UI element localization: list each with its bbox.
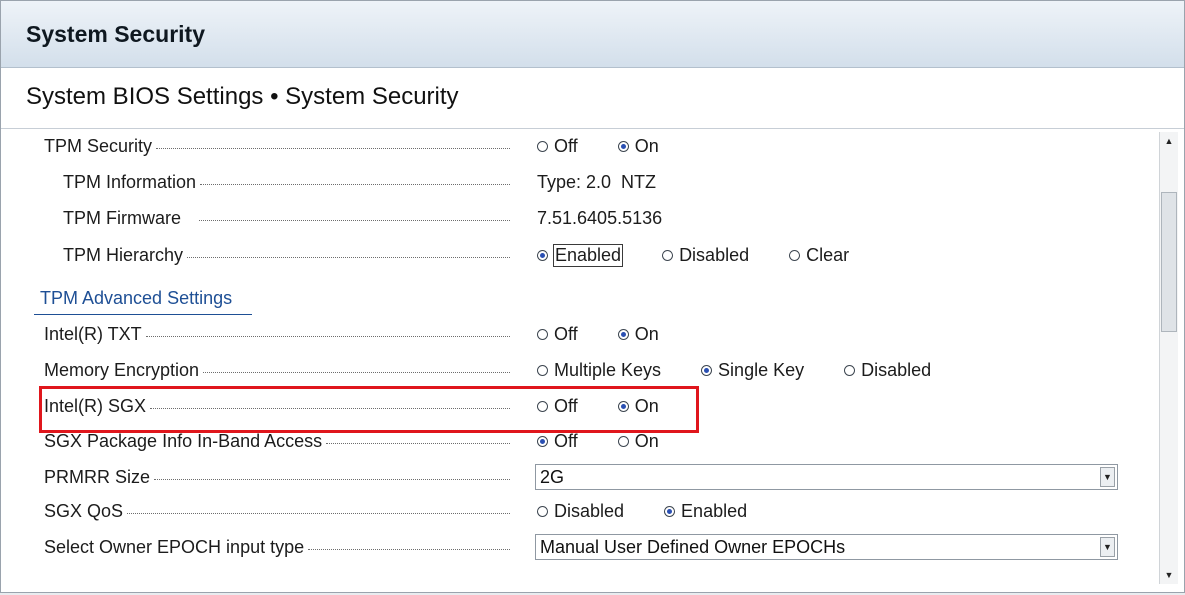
owner-epoch-label: Select Owner EPOCH input type bbox=[44, 536, 309, 558]
intel-txt-on-radio[interactable]: On bbox=[617, 324, 659, 345]
radio-icon bbox=[662, 249, 674, 261]
radio-selected-icon bbox=[617, 328, 629, 340]
leader-dots bbox=[145, 335, 510, 337]
sgx-package-info-off-radio[interactable]: Off bbox=[537, 431, 578, 452]
tpm-hierarchy-disabled-radio[interactable]: Disabled bbox=[662, 245, 749, 266]
row-sgx-qos: SGX QoS Disabled Enabled bbox=[1, 493, 1151, 529]
owner-epoch-select[interactable]: Manual User Defined Owner EPOCHs ▼ bbox=[535, 534, 1118, 560]
radio-selected-icon bbox=[537, 249, 548, 261]
leader-dots bbox=[199, 219, 510, 221]
leader-dots bbox=[203, 371, 510, 373]
tpm-security-options: Off On bbox=[537, 128, 699, 164]
radio-icon bbox=[844, 364, 856, 376]
breadcrumb: System BIOS Settings • System Security bbox=[26, 83, 459, 110]
window-title: System Security bbox=[26, 21, 205, 47]
leader-dots bbox=[187, 256, 510, 258]
radio-icon bbox=[537, 328, 548, 340]
dropdown-arrow-icon[interactable]: ▼ bbox=[1100, 467, 1115, 487]
highlight-box bbox=[39, 386, 699, 433]
row-tpm-hierarchy: TPM Hierarchy Enabled Disabled Clear bbox=[1, 237, 1151, 273]
intel-txt-label: Intel(R) TXT bbox=[44, 323, 146, 345]
tpm-hierarchy-clear-radio[interactable]: Clear bbox=[789, 245, 849, 266]
leader-dots bbox=[200, 183, 510, 185]
sgx-package-info-label: SGX Package Info In-Band Access bbox=[44, 430, 327, 452]
title-bar: System Security bbox=[1, 1, 1184, 68]
radio-icon bbox=[537, 505, 548, 517]
memory-encryption-disabled-radio[interactable]: Disabled bbox=[844, 360, 931, 381]
leader-dots bbox=[326, 442, 510, 444]
sgx-qos-options: Disabled Enabled bbox=[537, 493, 787, 529]
intel-txt-options: Off On bbox=[537, 316, 699, 352]
scroll-down-icon[interactable]: ▼ bbox=[1160, 566, 1178, 584]
radio-selected-icon bbox=[701, 364, 713, 376]
row-tpm-security: TPM Security Off On bbox=[1, 128, 1151, 164]
tpm-security-label: TPM Security bbox=[44, 135, 157, 157]
radio-selected-icon bbox=[617, 140, 629, 152]
radio-icon bbox=[789, 249, 801, 261]
intel-txt-off-radio[interactable]: Off bbox=[537, 324, 578, 345]
leader-dots bbox=[156, 147, 510, 149]
row-tpm-information: TPM Information Type: 2.0 NTZ bbox=[1, 164, 1151, 200]
tpm-security-on-radio[interactable]: On bbox=[617, 136, 659, 157]
dropdown-arrow-icon[interactable]: ▼ bbox=[1100, 537, 1115, 557]
sgx-qos-disabled-radio[interactable]: Disabled bbox=[537, 501, 624, 522]
radio-icon bbox=[617, 435, 629, 447]
radio-icon bbox=[537, 364, 548, 376]
row-tpm-firmware: TPM Firmware 7.51.6405.5136 bbox=[1, 200, 1151, 236]
tpm-security-off-radio[interactable]: Off bbox=[537, 136, 578, 157]
tpm-hierarchy-options: Enabled Disabled Clear bbox=[537, 237, 889, 273]
tpm-information-value: Type: 2.0 NTZ bbox=[537, 171, 657, 192]
radio-selected-icon bbox=[664, 505, 676, 517]
leader-dots bbox=[308, 548, 510, 550]
scroll-up-icon[interactable]: ▲ bbox=[1160, 132, 1178, 150]
owner-epoch-value: Manual User Defined Owner EPOCHs bbox=[540, 536, 846, 557]
sgx-package-info-on-radio[interactable]: On bbox=[617, 431, 659, 452]
tpm-hierarchy-enabled-radio[interactable]: Enabled bbox=[537, 243, 624, 267]
scrollbar-thumb[interactable] bbox=[1161, 192, 1177, 332]
tpm-firmware-value: 7.51.6405.5136 bbox=[537, 207, 663, 228]
memory-encryption-multiple-keys-radio[interactable]: Multiple Keys bbox=[537, 360, 661, 381]
radio-selected-icon bbox=[537, 435, 548, 447]
row-intel-txt: Intel(R) TXT Off On bbox=[1, 316, 1151, 352]
radio-icon bbox=[537, 140, 548, 152]
prmrr-size-value: 2G bbox=[540, 466, 565, 487]
tpm-information-label: TPM Information bbox=[63, 171, 201, 193]
memory-encryption-label: Memory Encryption bbox=[44, 359, 204, 381]
bios-window: System Security System BIOS Settings • S… bbox=[0, 0, 1185, 593]
leader-dots bbox=[154, 478, 510, 480]
prmrr-size-label: PRMRR Size bbox=[44, 466, 155, 488]
memory-encryption-single-key-radio[interactable]: Single Key bbox=[701, 360, 804, 381]
prmrr-size-select[interactable]: 2G ▼ bbox=[535, 464, 1118, 490]
sgx-qos-enabled-radio[interactable]: Enabled bbox=[664, 501, 747, 522]
tpm-advanced-settings-link[interactable]: TPM Advanced Settings bbox=[40, 288, 232, 309]
leader-dots bbox=[127, 512, 510, 514]
sgx-qos-label: SGX QoS bbox=[44, 500, 128, 522]
memory-encryption-options: Multiple Keys Single Key Disabled bbox=[537, 352, 971, 388]
section-underline bbox=[34, 314, 252, 315]
tpm-firmware-label: TPM Firmware bbox=[63, 207, 199, 229]
vertical-scrollbar[interactable]: ▲ ▼ bbox=[1159, 132, 1178, 584]
tpm-hierarchy-label: TPM Hierarchy bbox=[63, 244, 188, 266]
row-memory-encryption: Memory Encryption Multiple Keys Single K… bbox=[1, 352, 1151, 388]
